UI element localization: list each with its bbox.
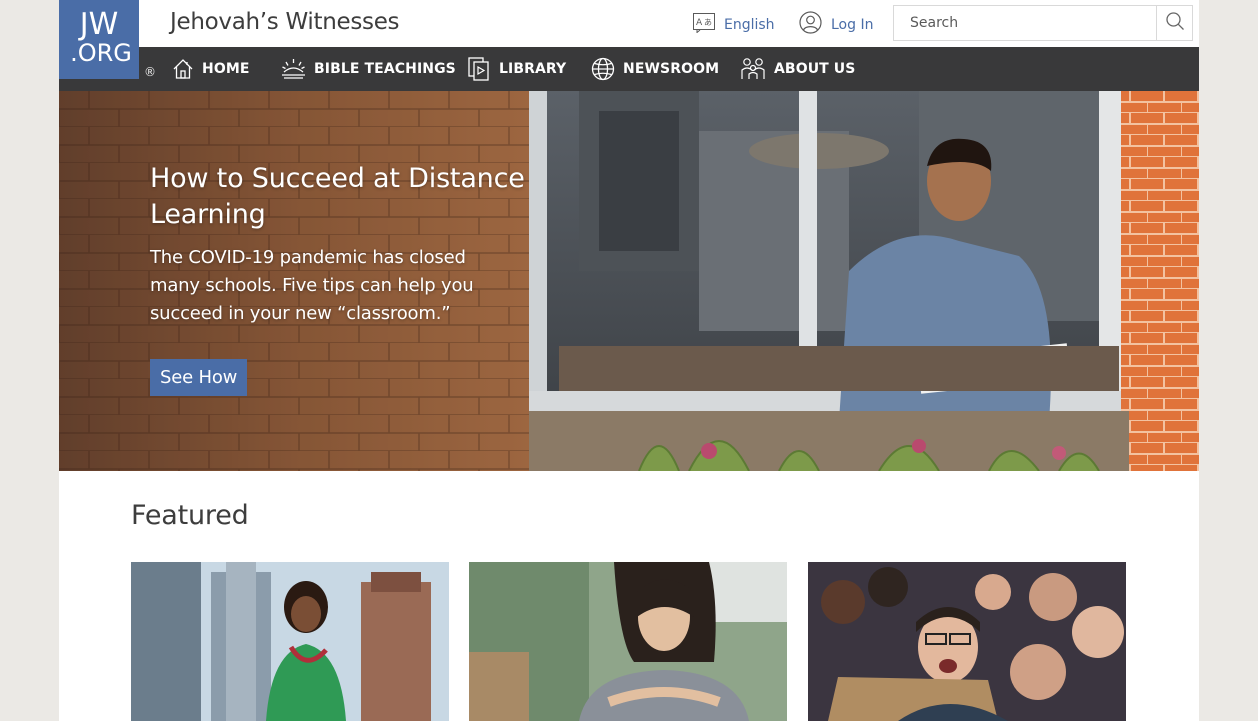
search-button[interactable] — [1156, 6, 1192, 40]
top-header: JW .ORG Jehovah’s Witnesses A あ English — [59, 0, 1199, 79]
nav-about-us-label: ABOUT US — [774, 61, 856, 77]
registered-mark: ® — [144, 65, 156, 79]
featured-card-3-image — [808, 562, 1126, 721]
site-title[interactable]: Jehovah’s Witnesses — [170, 9, 400, 35]
jw-org-logo[interactable]: JW .ORG — [59, 0, 139, 79]
nav-home[interactable]: HOME — [172, 47, 250, 91]
svg-text:A: A — [696, 18, 703, 28]
featured-card-3[interactable] — [808, 562, 1126, 721]
search-box — [893, 5, 1193, 41]
hero-title[interactable]: How to Succeed at Distance Learning — [150, 161, 530, 233]
language-label: English — [724, 17, 775, 33]
featured-card-1-image — [131, 562, 449, 721]
translate-icon: A あ — [693, 13, 715, 37]
hero-banner: How to Succeed at Distance Learning The … — [59, 91, 1199, 471]
nav-newsroom-label: NEWSROOM — [623, 61, 720, 77]
nav-library[interactable]: LIBRARY — [468, 47, 566, 91]
page: JW .ORG Jehovah’s Witnesses A あ English — [59, 0, 1199, 721]
featured-card-1[interactable] — [131, 562, 449, 721]
nav-bible-teachings[interactable]: BIBLE TEACHINGS — [281, 47, 456, 91]
svg-text:あ: あ — [704, 18, 712, 27]
search-icon — [1165, 11, 1185, 35]
logo-line2: .ORG — [70, 38, 132, 67]
main-nav: ® HOME BIBLE TEACHINGS LIBRARY NEWSROOM … — [59, 47, 1199, 91]
search-input[interactable] — [894, 6, 1156, 40]
hero-description: The COVID-19 pandemic has closed many sc… — [150, 247, 474, 324]
featured-card-2[interactable] — [469, 562, 787, 721]
featured-heading: Featured — [131, 500, 249, 531]
nav-library-label: LIBRARY — [499, 61, 567, 77]
login-label: Log In — [831, 16, 874, 33]
nav-bible-teachings-label: BIBLE TEACHINGS — [314, 61, 456, 77]
home-icon — [172, 58, 194, 80]
featured-card-2-image — [469, 562, 787, 721]
logo-line1: JW — [79, 6, 119, 42]
see-how-button[interactable]: See How — [150, 359, 248, 396]
nav-newsroom[interactable]: NEWSROOM — [591, 47, 719, 91]
login-link[interactable]: Log In — [799, 11, 873, 38]
globe-icon — [591, 57, 615, 81]
people-icon — [740, 57, 766, 81]
language-selector[interactable]: A あ English — [693, 13, 775, 37]
sunrise-icon — [281, 58, 306, 80]
nav-home-label: HOME — [202, 61, 250, 77]
library-icon — [468, 57, 491, 81]
nav-about-us[interactable]: ABOUT US — [740, 47, 855, 91]
user-icon — [799, 11, 822, 38]
